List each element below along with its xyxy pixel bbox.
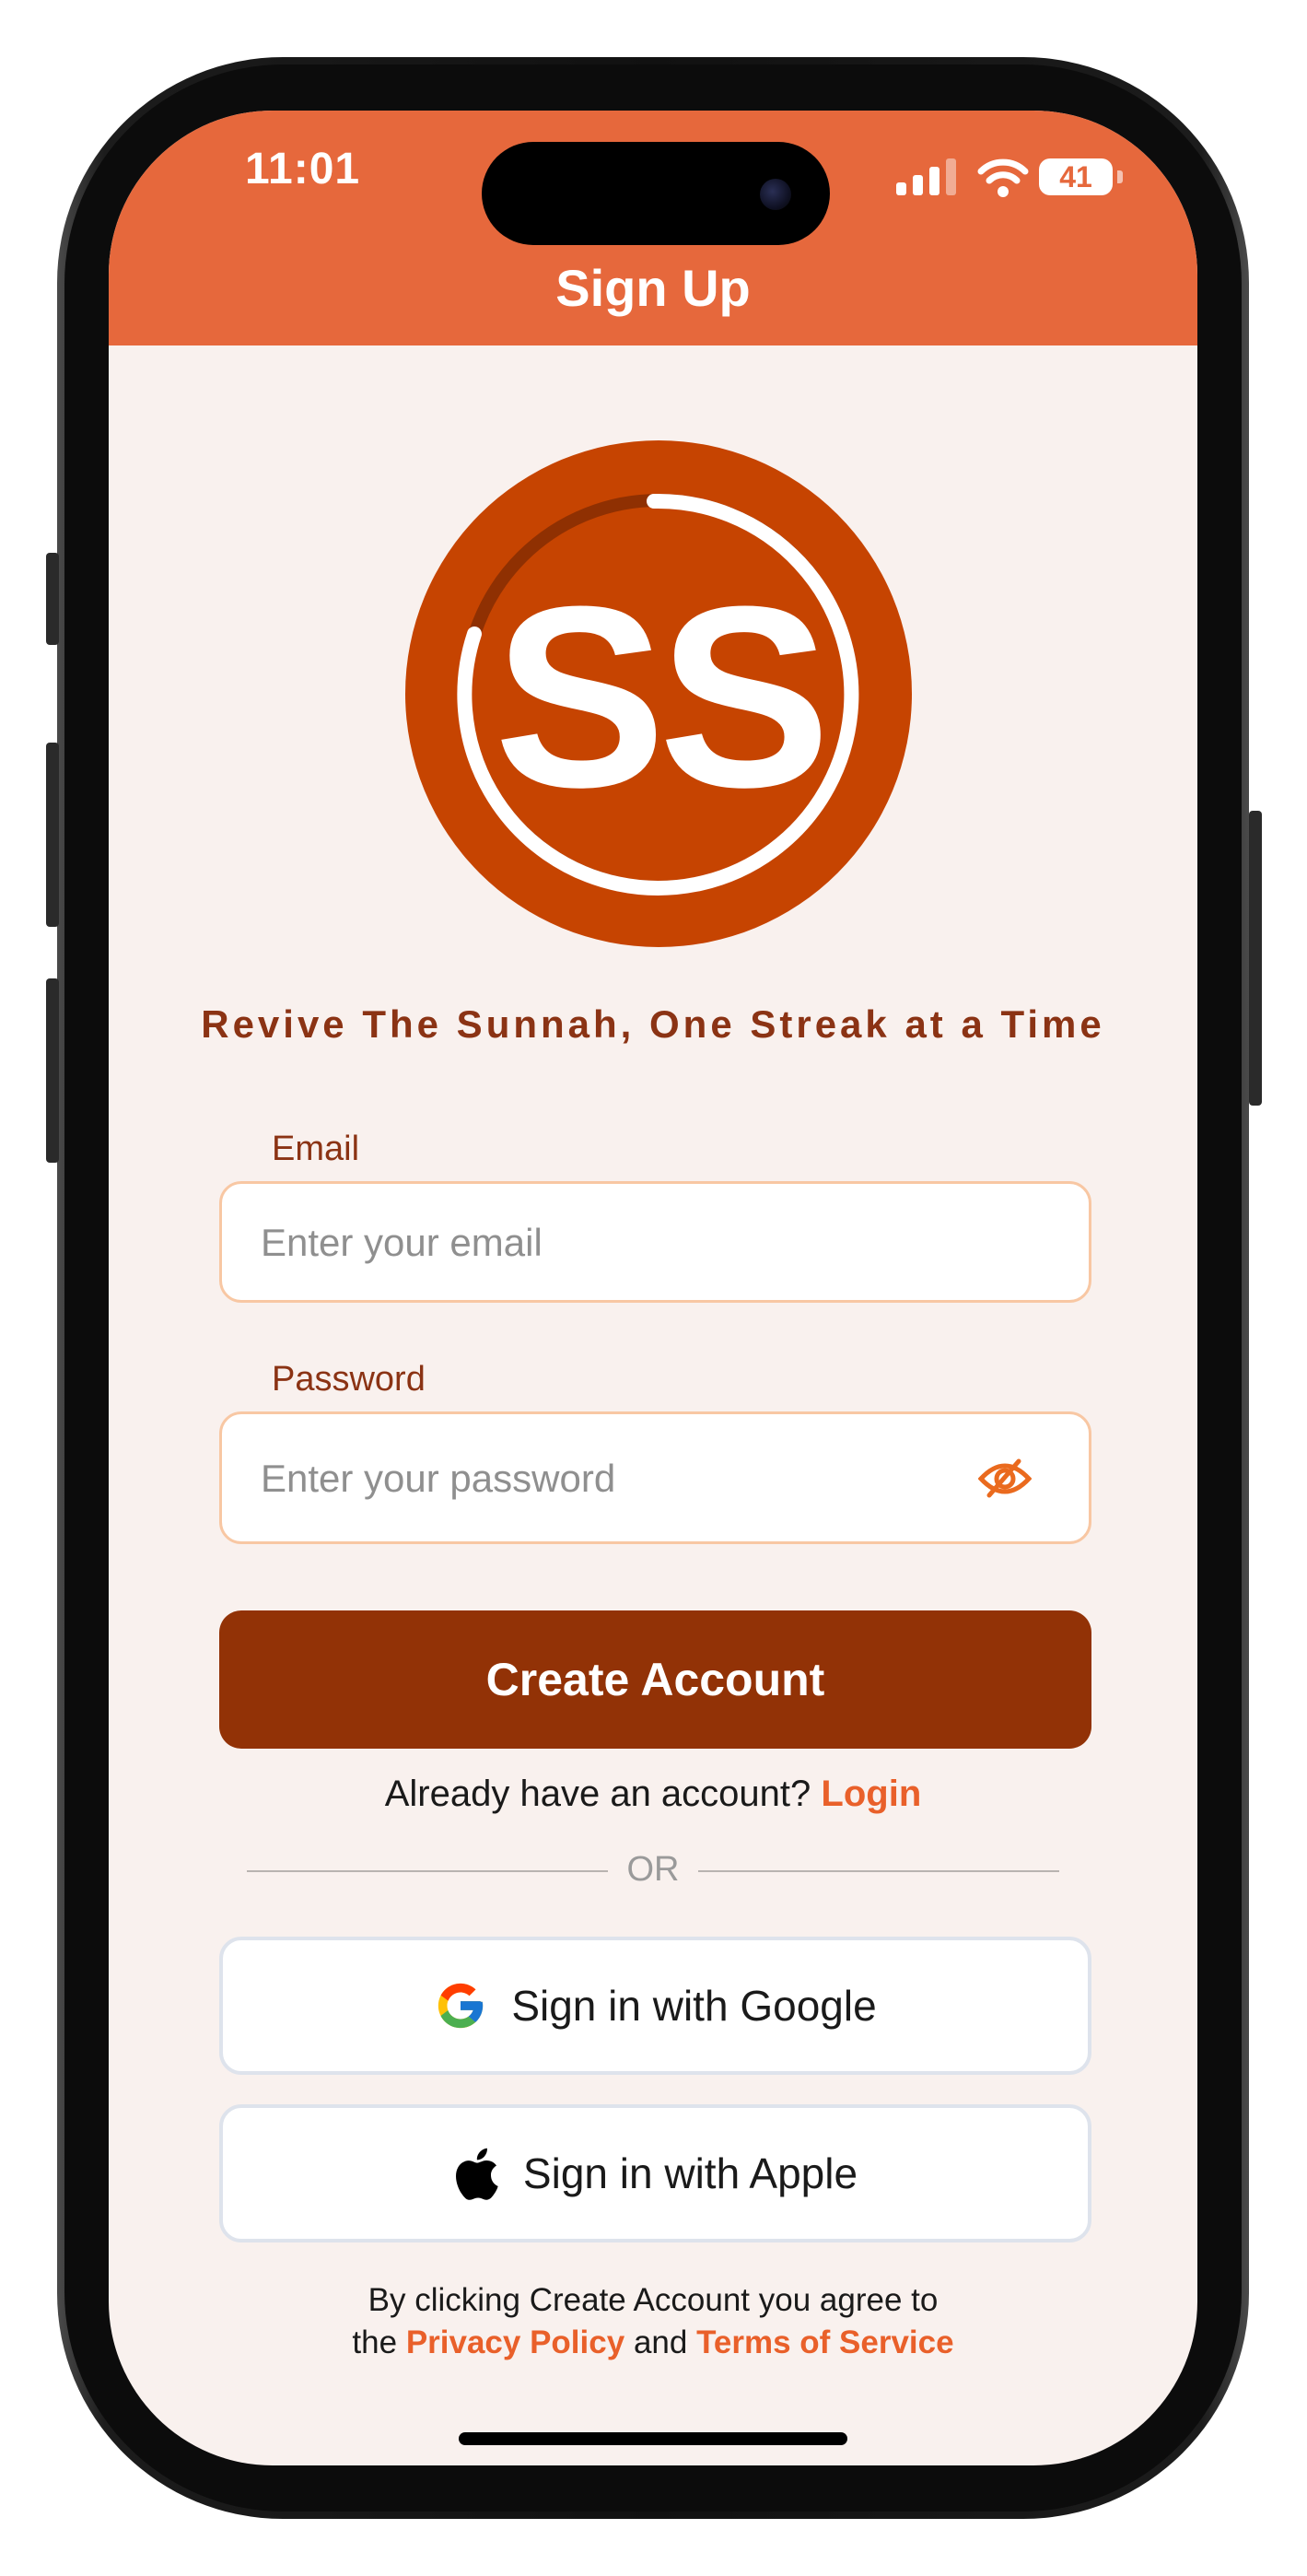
password-label: Password bbox=[272, 1360, 426, 1399]
divider-or: OR bbox=[626, 1850, 680, 1889]
apple-icon bbox=[455, 2148, 498, 2200]
legal-notice: By clicking Create Account you agree to … bbox=[109, 2279, 1197, 2364]
login-prompt: Already have an account? Login bbox=[109, 1774, 1197, 1815]
dynamic-island bbox=[482, 142, 830, 245]
apple-signin-label: Sign in with Apple bbox=[522, 2149, 858, 2197]
google-signin-button[interactable]: Sign in with Google bbox=[219, 1937, 1091, 2075]
terms-of-service-link[interactable]: Terms of Service bbox=[696, 2324, 954, 2360]
camera-icon bbox=[760, 179, 791, 210]
apple-signin-button[interactable]: Sign in with Apple bbox=[219, 2104, 1091, 2242]
email-label: Email bbox=[272, 1130, 360, 1168]
volume-up-button bbox=[46, 743, 59, 927]
power-button bbox=[1249, 811, 1262, 1106]
email-field[interactable] bbox=[259, 1184, 963, 1302]
legal-line-2: the Privacy Policy and Terms of Service bbox=[109, 2322, 1197, 2364]
action-button bbox=[46, 553, 59, 645]
volume-down-button bbox=[46, 978, 59, 1163]
app-logo: SS bbox=[405, 440, 912, 947]
google-signin-label: Sign in with Google bbox=[511, 1982, 877, 2030]
logo-text: SS bbox=[494, 554, 823, 841]
login-link[interactable]: Login bbox=[821, 1774, 921, 1814]
home-indicator[interactable] bbox=[459, 2432, 847, 2445]
email-field-container bbox=[219, 1181, 1091, 1303]
password-field-container bbox=[219, 1411, 1091, 1544]
google-icon bbox=[438, 1983, 484, 2029]
password-field[interactable] bbox=[259, 1414, 963, 1543]
status-time: 11:01 bbox=[245, 145, 361, 193]
battery-cap bbox=[1117, 170, 1123, 183]
login-prompt-text: Already have an account? bbox=[384, 1774, 811, 1814]
legal-prefix: the bbox=[352, 2324, 398, 2360]
create-account-button[interactable]: Create Account bbox=[219, 1610, 1091, 1749]
page-title: Sign Up bbox=[555, 259, 751, 317]
legal-and: and bbox=[633, 2324, 688, 2360]
eye-slash-icon[interactable] bbox=[978, 1458, 1032, 1499]
app-screen: 11:01 41 Sign Up SS Revive The Sunnah, O… bbox=[109, 111, 1197, 2465]
wifi-icon bbox=[977, 158, 1029, 197]
legal-line-1: By clicking Create Account you agree to bbox=[368, 2282, 939, 2318]
privacy-policy-link[interactable]: Privacy Policy bbox=[406, 2324, 624, 2360]
header-bar: 11:01 41 Sign Up bbox=[109, 111, 1197, 345]
battery-icon: 41 bbox=[1039, 158, 1113, 195]
tagline: Revive The Sunnah, One Streak at a Time bbox=[201, 1002, 1105, 1046]
